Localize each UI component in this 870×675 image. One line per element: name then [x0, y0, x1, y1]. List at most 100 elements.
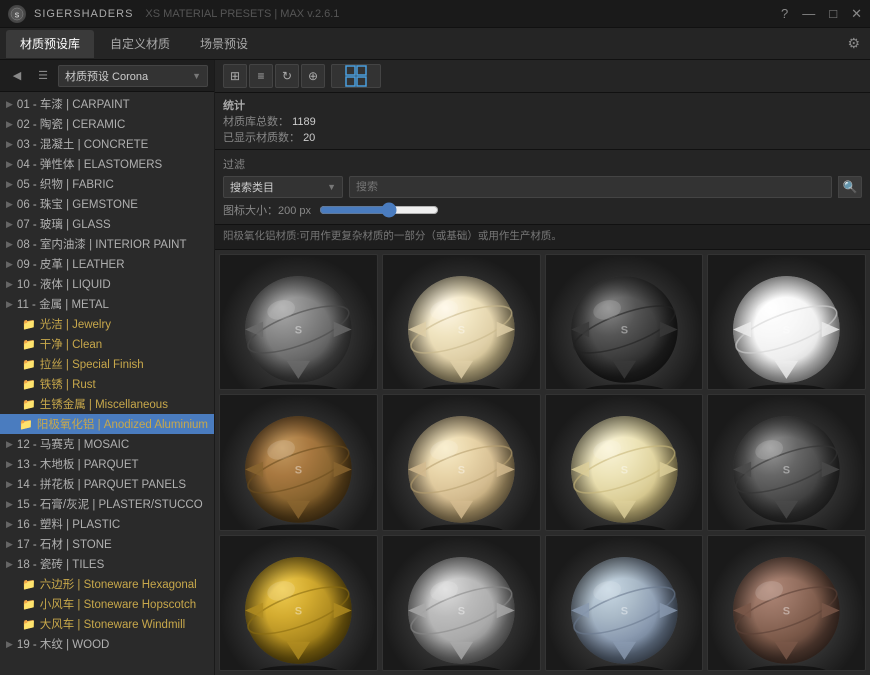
sidebar-tree: ▶01 - 车漆 | CARPAINT▶02 - 陶瓷 | CERAMIC▶03…: [0, 92, 214, 675]
app-subtitle: XS MATERIAL PRESETS | MAX v.2.6.1: [145, 8, 339, 20]
material-thumbnail-brilliant: S: [708, 255, 865, 390]
sidebar-back-button[interactable]: ◀: [6, 65, 28, 87]
maximize-button[interactable]: □: [829, 7, 837, 20]
sidebar-item-special-finish[interactable]: 📁拉丝 | Special Finish: [0, 354, 214, 374]
material-thumbnail-cream: S: [546, 395, 703, 530]
content-right: ⊞ ≡ ↻ ⊕ 统计 材质库总数： 1189: [215, 60, 870, 675]
material-thumbnail-grev-brown: S: [708, 536, 865, 671]
sidebar-item-parquet[interactable]: ▶13 - 木地板 | PARQUET: [0, 454, 214, 474]
close-button[interactable]: ✕: [851, 7, 862, 20]
sidebar-item-clean[interactable]: 📁干净 | Clean: [0, 334, 214, 354]
material-item-anthracite-grey[interactable]: S Anodized AL Anthracite Grey: [219, 254, 378, 390]
svg-text:S: S: [783, 605, 790, 617]
material-item-brilliant[interactable]: S Anodized AL Brilliant: [707, 254, 866, 390]
sidebar-item-tiles[interactable]: ▶18 - 瓷砖 | TILES: [0, 554, 214, 574]
view-mode-toggle[interactable]: [331, 64, 381, 88]
title-bar: S SIGERSHADERS XS MATERIAL PRESETS | MAX…: [0, 0, 870, 28]
material-thumbnail-black: S: [546, 255, 703, 390]
sidebar-item-gemstone[interactable]: ▶06 - 珠宝 | GEMSTONE: [0, 194, 214, 214]
filter-type-select[interactable]: 搜索类目 ▼: [223, 176, 343, 198]
svg-text:S: S: [295, 324, 302, 336]
svg-text:S: S: [295, 605, 302, 617]
svg-text:S: S: [620, 605, 627, 617]
tab-material-presets[interactable]: 材质预设库: [6, 30, 94, 58]
sidebar-item-parquet-panels[interactable]: ▶14 - 拼花板 | PARQUET PANELS: [0, 474, 214, 494]
sidebar-item-jewelry[interactable]: 📁光洁 | Jewelry: [0, 314, 214, 334]
size-slider-row: 图标大小：200 px: [223, 202, 862, 218]
material-item-beige[interactable]: S Anodized AL Beige: [382, 254, 541, 390]
list-view-button[interactable]: ≡: [249, 64, 273, 88]
add-button[interactable]: ⊕: [301, 64, 325, 88]
sidebar-item-carpaint[interactable]: ▶01 - 车漆 | CARPAINT: [0, 94, 214, 114]
material-item-cream[interactable]: S Anodized AL Cream: [545, 394, 704, 530]
sidebar-item-concrete[interactable]: ▶03 - 混凝土 | CONCRETE: [0, 134, 214, 154]
sidebar-item-rust[interactable]: 📁铁锈 | Rust: [0, 374, 214, 394]
material-item-black[interactable]: S Anodized AL Black: [545, 254, 704, 390]
material-item-grev-brown[interactable]: S Anodized AL Grev Brown: [707, 535, 866, 671]
sidebar-item-stoneware-wind[interactable]: 📁大风车 | Stoneware Windmill: [0, 614, 214, 634]
sidebar-item-interior-paint[interactable]: ▶08 - 室内油漆 | INTERIOR PAINT: [0, 234, 214, 254]
svg-text:S: S: [457, 605, 464, 617]
material-thumbnail-beige: S: [383, 255, 540, 390]
title-bar-controls: ? — □ ✕: [781, 7, 862, 20]
sidebar-item-plastic[interactable]: ▶16 - 塑料 | PLASTIC: [0, 514, 214, 534]
material-item-dark-grey[interactable]: S Anodized AL Dark Grey: [707, 394, 866, 530]
title-bar-left: S SIGERSHADERS XS MATERIAL PRESETS | MAX…: [8, 5, 339, 23]
material-item-gold[interactable]: S Anodized AL Gold: [219, 535, 378, 671]
sidebar-item-stoneware-hop[interactable]: 📁小风车 | Stoneware Hopscotch: [0, 594, 214, 614]
sidebar-item-liquid[interactable]: ▶10 - 液体 | LIQUID: [0, 274, 214, 294]
sidebar-item-metal[interactable]: ▶11 - 金属 | METAL: [0, 294, 214, 314]
minimize-button[interactable]: —: [802, 7, 815, 20]
sidebar-item-leather[interactable]: ▶09 - 皮革 | LEATHER: [0, 254, 214, 274]
grid-view-button[interactable]: ⊞: [223, 64, 247, 88]
stats-section: 统计 材质库总数： 1189 已显示材质数： 20: [223, 97, 316, 145]
material-item-bronze[interactable]: S Anodized AL Bronze: [219, 394, 378, 530]
sidebar-item-fabric[interactable]: ▶05 - 织物 | FABRIC: [0, 174, 214, 194]
svg-text:S: S: [783, 324, 790, 336]
material-item-champagne[interactable]: S Anodized AL Champagne: [382, 394, 541, 530]
content-controls: ⊞ ≡ ↻ ⊕: [215, 60, 870, 93]
search-box: [349, 176, 832, 198]
sidebar-item-wood[interactable]: ▶19 - 木纹 | WOOD: [0, 634, 214, 654]
material-thumbnail-bronze: S: [220, 395, 377, 530]
material-item-grev[interactable]: S Anodized AL Grev: [382, 535, 541, 671]
help-button[interactable]: ?: [781, 7, 788, 20]
sidebar-item-mosaic[interactable]: ▶12 - 马赛克 | MOSAIC: [0, 434, 214, 454]
tab-scene-presets[interactable]: 场景预设: [186, 30, 262, 58]
shown-stat: 已显示材质数： 20: [223, 132, 315, 144]
sidebar-item-stoneware-hex[interactable]: 📁六边形 | Stoneware Hexagonal: [0, 574, 214, 594]
material-item-grev-blue[interactable]: S Anodized AL Grev Blue: [545, 535, 704, 671]
total-stat: 材质库总数： 1189: [223, 116, 316, 128]
search-input[interactable]: [356, 181, 825, 193]
sidebar-item-plaster[interactable]: ▶15 - 石膏/灰泥 | PLASTER/STUCCO: [0, 494, 214, 514]
filter-bar: 过滤 搜索类目 ▼ 🔍 图标大小：200 px: [215, 150, 870, 225]
sidebar-list-button[interactable]: ☰: [32, 65, 54, 87]
filter-controls: 搜索类目 ▼ 🔍: [223, 176, 862, 198]
sidebar-item-ceramic[interactable]: ▶02 - 陶瓷 | CERAMIC: [0, 114, 214, 134]
preset-dropdown[interactable]: 材质预设 Corona ▼: [58, 65, 208, 87]
tab-custom-materials[interactable]: 自定义材质: [96, 30, 184, 58]
app-title: SIGERSHADERS: [34, 8, 133, 20]
tab-bar: 材质预设库 自定义材质 场景预设 ⚙: [0, 28, 870, 60]
main-layout: ◀ ☰ 材质预设 Corona ▼ ▶01 - 车漆 | CARPAINT▶02…: [0, 60, 870, 675]
info-bar: 阳极氧化铝材质:可用作更复杂材质的一部分（或基础）或用作生产材质。: [215, 225, 870, 250]
svg-text:S: S: [295, 465, 302, 477]
search-button[interactable]: 🔍: [838, 176, 862, 198]
icon-size-slider[interactable]: [319, 202, 439, 218]
svg-text:S: S: [620, 324, 627, 336]
sidebar-item-elastomers[interactable]: ▶04 - 弹性体 | ELASTOMERS: [0, 154, 214, 174]
stats-bar: 统计 材质库总数： 1189 已显示材质数： 20: [215, 93, 870, 150]
settings-gear-button[interactable]: ⚙: [843, 31, 864, 56]
material-thumbnail-anthracite-grey: S: [220, 255, 377, 390]
material-thumbnail-grev-blue: S: [546, 536, 703, 671]
material-thumbnail-dark-grey: S: [708, 395, 865, 530]
svg-text:S: S: [15, 12, 20, 19]
sidebar-item-miscellaneous[interactable]: 📁生锈金属 | Miscellaneous: [0, 394, 214, 414]
sidebar-item-glass[interactable]: ▶07 - 玻璃 | GLASS: [0, 214, 214, 234]
material-thumbnail-gold: S: [220, 536, 377, 671]
filter-label: 过滤: [223, 156, 862, 172]
sidebar-item-stone[interactable]: ▶17 - 石材 | STONE: [0, 534, 214, 554]
sidebar-item-anodized-al[interactable]: 📁阳极氧化铝 | Anodized Aluminium: [0, 414, 214, 434]
svg-text:S: S: [457, 324, 464, 336]
refresh-button[interactable]: ↻: [275, 64, 299, 88]
